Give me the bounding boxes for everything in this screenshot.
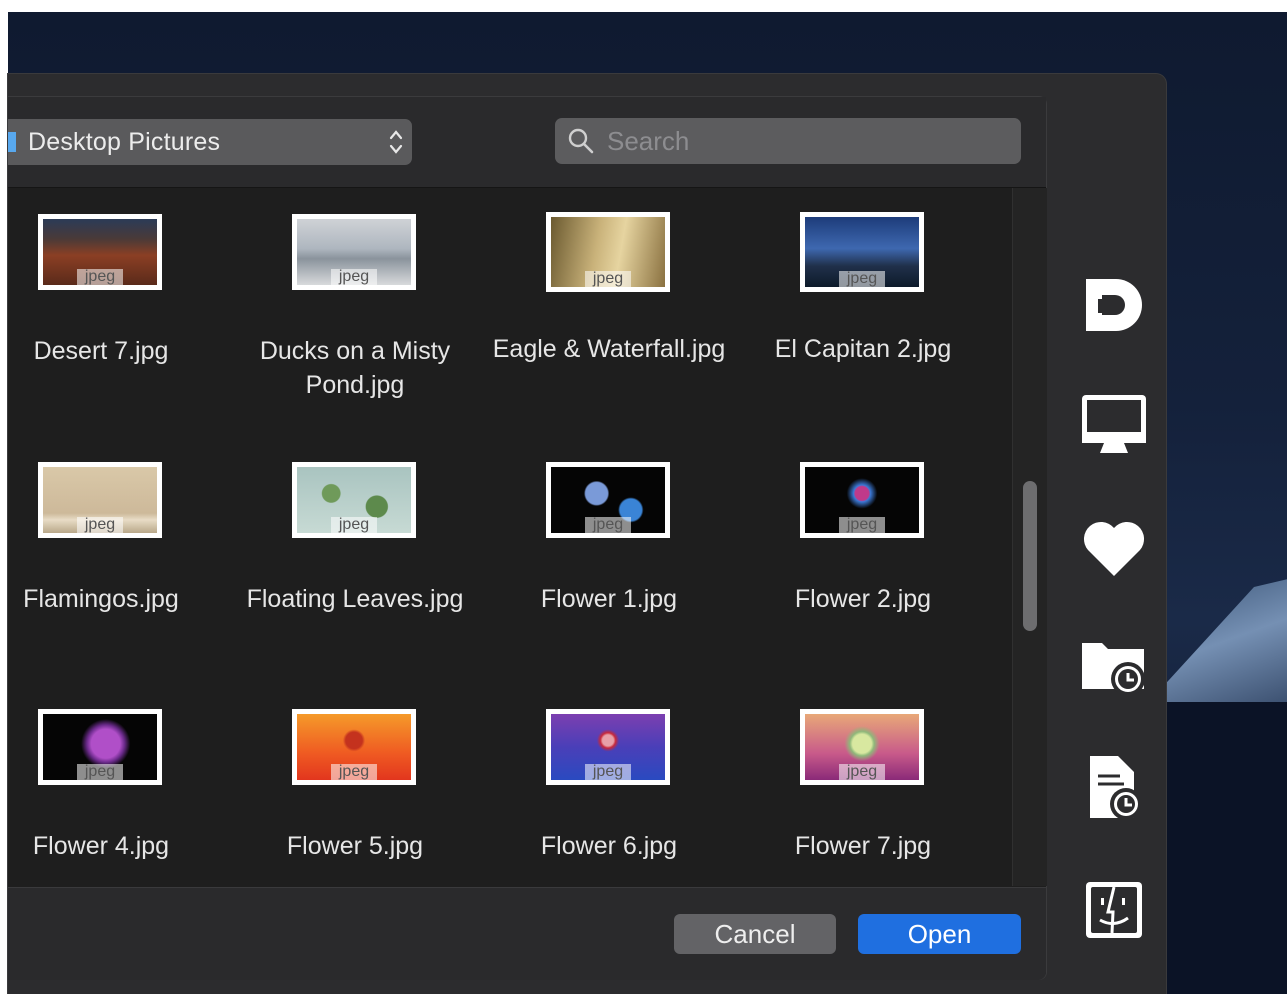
recent-folder-icon[interactable] bbox=[1078, 631, 1150, 703]
thumbnail: jpeg bbox=[800, 462, 924, 538]
file-type-tag: jpeg bbox=[77, 269, 123, 285]
thumbnail: jpeg bbox=[800, 709, 924, 785]
file-name: Flower 4.jpg bbox=[32, 832, 170, 860]
search-field[interactable] bbox=[555, 118, 1021, 164]
thumbnail: jpeg bbox=[800, 212, 924, 292]
file-type-tag: jpeg bbox=[839, 271, 885, 287]
file-type-tag: jpeg bbox=[77, 764, 123, 780]
file-name: Eagle & Waterfall.jpg bbox=[492, 335, 726, 363]
wallpaper-dune bbox=[1158, 572, 1287, 722]
file-type-tag: jpeg bbox=[839, 517, 885, 533]
file-name: Ducks on a Misty Pond.jpg bbox=[259, 337, 451, 399]
file-name: Flower 5.jpg bbox=[286, 832, 424, 860]
file-grid: jpeg Desert 7.jpg jpeg Ducks on a Misty … bbox=[8, 188, 1012, 886]
toolbar: Desktop Pictures bbox=[8, 97, 1046, 188]
wallpaper-ground bbox=[1158, 702, 1287, 994]
file-type-tag: jpeg bbox=[585, 517, 631, 533]
thumbnail: jpeg bbox=[292, 462, 416, 538]
file-name: Flower 7.jpg bbox=[794, 832, 932, 860]
vertical-scrollbar[interactable] bbox=[1012, 188, 1047, 886]
file-type-tag: jpeg bbox=[331, 269, 377, 285]
search-icon bbox=[568, 128, 594, 154]
file-type-tag: jpeg bbox=[77, 517, 123, 533]
thumbnail: jpeg bbox=[546, 709, 670, 785]
open-button[interactable]: Open bbox=[858, 914, 1021, 954]
thumbnail: jpeg bbox=[292, 214, 416, 290]
thumbnail: jpeg bbox=[546, 462, 670, 538]
file-name: Desert 7.jpg bbox=[33, 337, 169, 365]
file-name: Flower 6.jpg bbox=[540, 832, 678, 860]
thumbnail: jpeg bbox=[292, 709, 416, 785]
finder-icon[interactable] bbox=[1078, 874, 1150, 946]
thumbnail: jpeg bbox=[38, 214, 162, 290]
desktop-icon[interactable] bbox=[1078, 389, 1150, 461]
file-name: El Capitan 2.jpg bbox=[774, 335, 952, 363]
recent-documents-icon[interactable] bbox=[1078, 752, 1150, 824]
file-name: Flower 2.jpg bbox=[794, 585, 932, 613]
search-input[interactable] bbox=[605, 124, 989, 158]
dialog-footer: Cancel Open bbox=[8, 887, 1046, 980]
location-label: Desktop Pictures bbox=[28, 127, 221, 156]
file-name: Floating Leaves.jpg bbox=[246, 585, 464, 613]
location-popup[interactable]: Desktop Pictures bbox=[8, 119, 412, 165]
file-name: Flower 1.jpg bbox=[540, 585, 678, 613]
thumbnail: jpeg bbox=[38, 462, 162, 538]
thumbnail: jpeg bbox=[38, 709, 162, 785]
folder-icon bbox=[8, 132, 16, 152]
favorites-heart-icon[interactable] bbox=[1078, 512, 1150, 584]
thumbnail: jpeg bbox=[546, 212, 670, 292]
file-type-tag: jpeg bbox=[331, 517, 377, 533]
dropbox-icon[interactable] bbox=[1078, 269, 1150, 341]
file-type-tag: jpeg bbox=[585, 764, 631, 780]
up-down-chevron-icon bbox=[389, 130, 403, 154]
file-name: Flamingos.jpg bbox=[23, 585, 179, 613]
scrollbar-thumb[interactable] bbox=[1023, 481, 1037, 631]
file-type-tag: jpeg bbox=[585, 271, 631, 287]
cancel-button[interactable]: Cancel bbox=[674, 914, 836, 954]
file-type-tag: jpeg bbox=[839, 764, 885, 780]
file-browser-panel: Desktop Pictures jpeg Desert 7.jpg bbox=[8, 96, 1047, 980]
file-type-tag: jpeg bbox=[331, 764, 377, 780]
